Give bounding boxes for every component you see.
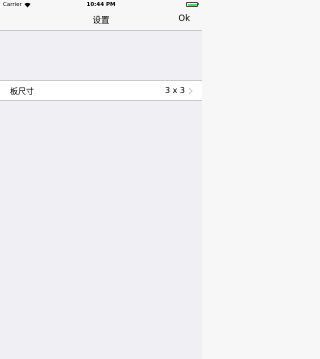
board-size-label: 板尺寸 [10,87,34,96]
battery-icon [186,2,198,7]
navigation-bar: 设置 Ok [0,10,202,31]
settings-content: 板尺寸 3 x 3 [0,31,202,359]
board-size-value: 3 x 3 [165,86,185,95]
board-size-row[interactable]: 板尺寸 3 x 3 [0,80,202,101]
chevron-right-icon [188,87,193,95]
battery-level [187,3,197,6]
status-bar: Carrier 10:44 PM [0,0,202,10]
page-title: 设置 [92,16,110,26]
ok-button[interactable]: Ok [178,14,190,24]
status-time: 10:44 PM [86,2,116,8]
